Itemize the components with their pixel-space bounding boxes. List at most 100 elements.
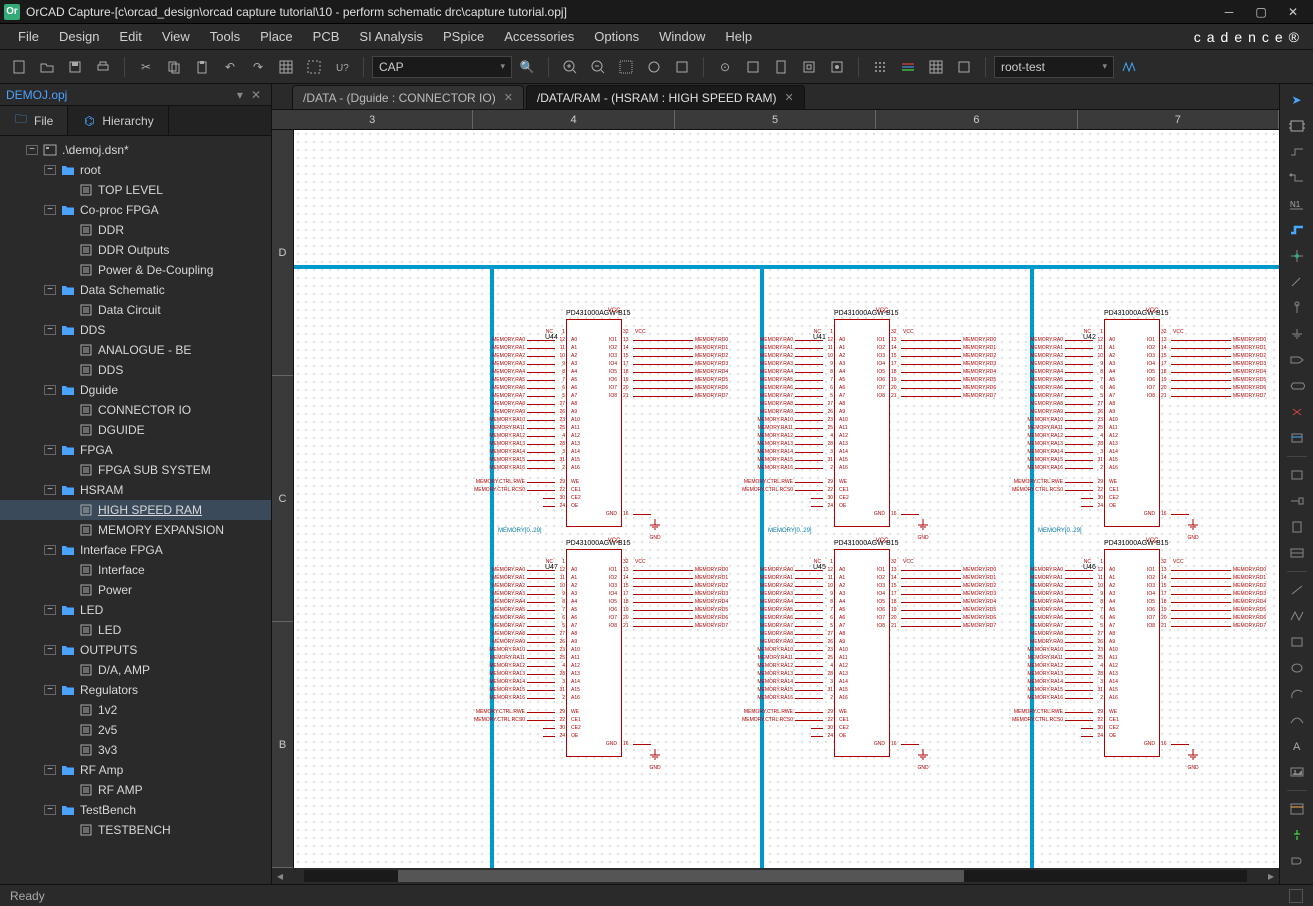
tree-item[interactable]: DGUIDE [0, 420, 271, 440]
scroll-right-icon[interactable]: ▸ [1263, 869, 1279, 883]
place-bus-tool[interactable] [1284, 218, 1310, 242]
menu-edit[interactable]: Edit [109, 25, 151, 48]
tree-toggle-icon[interactable]: − [44, 805, 56, 815]
place-port-tool[interactable] [1284, 348, 1310, 372]
tree-item[interactable]: ANALOGUE - BE [0, 340, 271, 360]
netgroup-tool[interactable] [1284, 426, 1310, 450]
ram-chip-U42[interactable]: PD431000AGW-B15VCCU42NC132VCCMEMORY.RA01… [1104, 310, 1168, 527]
tree-toggle-icon[interactable]: − [44, 645, 56, 655]
project-tree[interactable]: −.\demoj.dsn*−rootTOP LEVEL−Co-proc FPGA… [0, 136, 271, 884]
place-ole-tool[interactable] [1284, 797, 1310, 821]
simulate-button[interactable] [1116, 54, 1142, 80]
zoom-out-button[interactable] [585, 54, 611, 80]
place-image-tool[interactable] [1284, 760, 1310, 784]
place-nc-tool[interactable] [1284, 400, 1310, 424]
pointer-tool[interactable]: ➤ [1284, 88, 1310, 112]
place-netshort-tool[interactable] [1284, 823, 1310, 847]
menu-place[interactable]: Place [250, 25, 303, 48]
tree-toggle-icon[interactable]: − [44, 165, 56, 175]
file-tab[interactable]: 🗀 File [0, 106, 68, 135]
open-button[interactable] [34, 54, 60, 80]
grid-button[interactable] [273, 54, 299, 80]
close-button[interactable]: ✕ [1277, 2, 1309, 22]
place-bus-entry-tool[interactable] [1284, 270, 1310, 294]
zoom-in-button[interactable] [557, 54, 583, 80]
part-combo[interactable]: CAP▾ [372, 56, 512, 78]
tree-item[interactable]: −DDS [0, 320, 271, 340]
tree-toggle-icon[interactable]: − [44, 605, 56, 615]
tree-item[interactable]: D/A, AMP [0, 660, 271, 680]
nets-button[interactable] [895, 54, 921, 80]
tree-item[interactable]: TESTBENCH [0, 820, 271, 840]
tree-toggle-icon[interactable]: − [44, 765, 56, 775]
select-button[interactable] [301, 54, 327, 80]
layers-button[interactable] [923, 54, 949, 80]
tree-item[interactable]: FPGA SUB SYSTEM [0, 460, 271, 480]
undo-button[interactable]: ↶ [217, 54, 243, 80]
tree-toggle-icon[interactable]: − [44, 205, 56, 215]
snap-grid-button[interactable] [867, 54, 893, 80]
tree-item[interactable]: Power & De-Coupling [0, 260, 271, 280]
tree-item[interactable]: LED [0, 620, 271, 640]
place-line-tool[interactable] [1284, 578, 1310, 602]
tree-item[interactable]: −root [0, 160, 271, 180]
tree-item[interactable]: −Regulators [0, 680, 271, 700]
tree-toggle-icon[interactable]: − [44, 685, 56, 695]
tool-e-button[interactable] [824, 54, 850, 80]
tool-d-button[interactable] [796, 54, 822, 80]
tree-item[interactable]: DDR Outputs [0, 240, 271, 260]
zoom-area-button[interactable] [641, 54, 667, 80]
ram-chip-U41[interactable]: PD431000AGW-B15VCCU41NC132VCCMEMORY.RA01… [834, 310, 898, 527]
tree-item[interactable]: RF AMP [0, 780, 271, 800]
tree-item[interactable]: 2v5 [0, 720, 271, 740]
annotate-button[interactable]: U? [329, 54, 355, 80]
tree-item[interactable]: −RF Amp [0, 760, 271, 780]
horizontal-scrollbar[interactable]: ◂ ▸ [272, 868, 1279, 884]
schematic-canvas[interactable]: PD431000AGW-B15VCCU44NC132VCCMEMORY.RA01… [294, 130, 1279, 868]
place-text-tool[interactable]: A [1284, 734, 1310, 758]
tree-item[interactable]: −FPGA [0, 440, 271, 460]
tree-item[interactable]: −Interface FPGA [0, 540, 271, 560]
menu-options[interactable]: Options [584, 25, 649, 48]
menu-view[interactable]: View [152, 25, 200, 48]
tree-item[interactable]: −.\demoj.dsn* [0, 140, 271, 160]
panel-dropdown-icon[interactable]: ▾ [233, 88, 247, 102]
tree-toggle-icon[interactable]: − [44, 485, 56, 495]
menu-window[interactable]: Window [649, 25, 715, 48]
copy-button[interactable] [161, 54, 187, 80]
zoom-select-button[interactable] [669, 54, 695, 80]
auto-wire-tool[interactable] [1284, 166, 1310, 190]
tree-item[interactable]: Interface [0, 560, 271, 580]
menu-tools[interactable]: Tools [200, 25, 250, 48]
tree-item[interactable]: −Co-proc FPGA [0, 200, 271, 220]
paste-button[interactable] [189, 54, 215, 80]
place-pin-tool[interactable] [1284, 489, 1310, 513]
tree-item[interactable]: −HSRAM [0, 480, 271, 500]
print-button[interactable] [90, 54, 116, 80]
tree-item[interactable]: TOP LEVEL [0, 180, 271, 200]
maximize-button[interactable]: ▢ [1245, 2, 1277, 22]
tree-item[interactable]: 1v2 [0, 700, 271, 720]
zoom-fit-button[interactable] [613, 54, 639, 80]
panel-close-icon[interactable]: ✕ [247, 88, 265, 102]
ram-chip-U45[interactable]: PD431000AGW-B15VCCU45NC132VCCMEMORY.RA01… [834, 540, 898, 757]
place-ieee-tool[interactable] [1284, 849, 1310, 873]
place-title-tool[interactable] [1284, 541, 1310, 565]
tree-item[interactable]: Power [0, 580, 271, 600]
tree-item[interactable]: DDS [0, 360, 271, 380]
minimize-button[interactable]: ─ [1213, 2, 1245, 22]
place-junction-tool[interactable] [1284, 244, 1310, 268]
hierarchy-tab[interactable]: ⌬ Hierarchy [68, 106, 168, 135]
redo-button[interactable]: ↷ [245, 54, 271, 80]
ram-chip-U47[interactable]: PD431000AGW-B15VCCU47NC132VCCMEMORY.RA01… [566, 540, 630, 757]
tree-item[interactable]: −LED [0, 600, 271, 620]
drc-button[interactable] [951, 54, 977, 80]
ram-chip-U44[interactable]: PD431000AGW-B15VCCU44NC132VCCMEMORY.RA01… [566, 310, 630, 527]
place-curve-tool[interactable] [1284, 708, 1310, 732]
menu-accessories[interactable]: Accessories [494, 25, 584, 48]
tab-close-icon[interactable]: ✕ [504, 91, 513, 104]
place-power-tool[interactable] [1284, 296, 1310, 320]
save-button[interactable] [62, 54, 88, 80]
scroll-left-icon[interactable]: ◂ [272, 869, 288, 883]
place-rect-tool[interactable] [1284, 630, 1310, 654]
